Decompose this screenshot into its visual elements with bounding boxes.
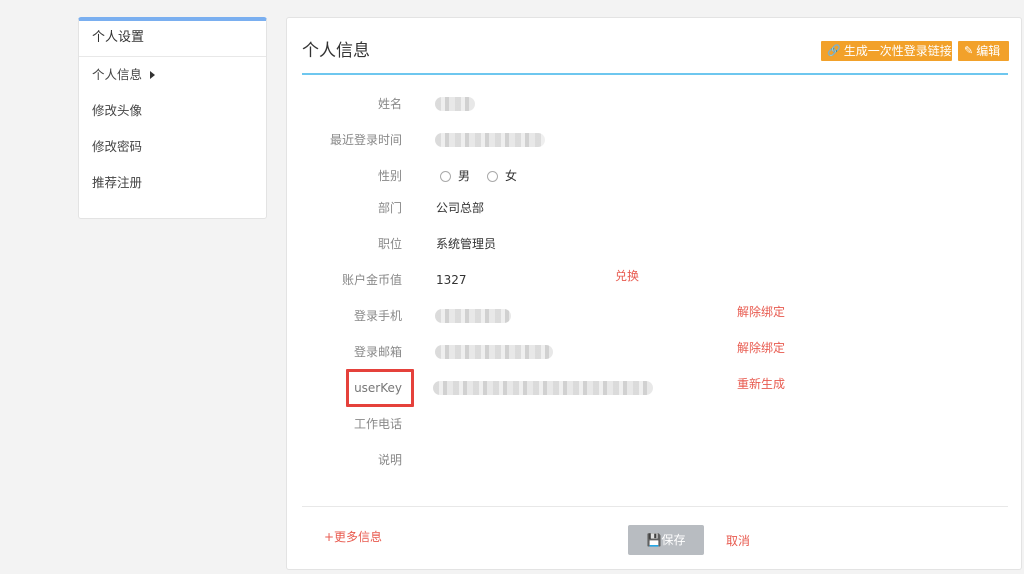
sidebar-title: 个人设置 [79,21,266,57]
coins-label: 账户金币值 [341,273,402,287]
gender-male-label: 男 [458,169,471,183]
sidebar-item-referral[interactable]: 推荐注册 [79,165,266,201]
login-phone-value-redacted [435,309,511,323]
cancel-link[interactable]: 取消 [726,532,750,549]
department-label: 部门 [377,201,402,215]
last-login-label: 最近登录时间 [329,133,402,147]
row-coins: 账户金币值 1327 兑换 [287,267,1023,290]
generate-login-link-label: 生成一次性登录链接 [843,44,952,58]
caret-right-icon [150,71,156,79]
gender-female-radio[interactable] [487,170,499,182]
header-divider [302,73,1008,75]
last-login-value-redacted [435,133,545,147]
gender-label: 性别 [377,169,402,183]
settings-sidebar: 个人设置 个人信息 修改头像 修改密码 推荐注册 [78,17,267,219]
sidebar-item-label: 个人信息 [92,67,143,82]
footer-divider [302,506,1008,507]
coins-value: 1327 [436,273,467,287]
sidebar-item-change-password[interactable]: 修改密码 [79,129,266,165]
save-icon: 💾 [646,533,662,547]
userkey-value-redacted [433,381,653,395]
description-label: 说明 [377,453,402,467]
sidebar-item-personal-info[interactable]: 个人信息 [79,57,266,93]
save-button[interactable]: 💾保存 [628,525,704,555]
unbind-phone-link[interactable]: 解除绑定 [737,303,785,321]
link-icon: 🔗 [827,44,841,57]
more-info-link[interactable]: +更多信息 [324,528,382,545]
name-value-redacted [435,97,475,111]
gender-male-radio[interactable] [440,170,451,182]
gender-female-label: 女 [505,169,518,183]
exchange-link[interactable]: 兑换 [615,267,639,285]
edit-label: 编辑 [976,44,1001,58]
page-title: 个人信息 [302,41,370,61]
name-label: 姓名 [377,97,402,111]
department-value: 公司总部 [436,201,485,215]
row-work-phone: 工作电话 [287,414,1023,434]
position-value: 系统管理员 [436,237,497,251]
work-phone-label: 工作电话 [353,417,402,431]
login-email-label: 登录邮箱 [353,345,402,359]
gender-radio-group: 男 女 [440,166,534,186]
save-label: 保存 [661,533,686,547]
row-gender: 性别 男 女 [287,166,1023,186]
row-position: 职位 系统管理员 [287,234,1023,254]
row-department: 部门 公司总部 [287,198,1023,218]
personal-info-panel: 个人信息 🔗 生成一次性登录链接 ✎ 编辑 姓名 最近登录时间 性别 男 女 部… [286,17,1022,570]
generate-login-link-button[interactable]: 🔗 生成一次性登录链接 [821,41,952,61]
sidebar-item-label: 修改密码 [92,139,143,154]
unbind-email-link[interactable]: 解除绑定 [737,339,785,357]
row-last-login: 最近登录时间 [287,130,1023,150]
position-label: 职位 [377,237,402,251]
row-description: 说明 [287,450,1023,470]
sidebar-item-change-avatar[interactable]: 修改头像 [79,93,266,129]
sidebar-item-label: 修改头像 [92,103,143,118]
login-phone-label: 登录手机 [353,309,402,323]
sidebar-item-label: 推荐注册 [92,175,143,190]
login-email-value-redacted [435,345,553,359]
row-login-email: 登录邮箱 解除绑定 [287,339,1023,362]
userkey-highlight-box [346,369,414,407]
pencil-icon: ✎ [964,44,974,57]
row-name: 姓名 [287,94,1023,114]
edit-button[interactable]: ✎ 编辑 [958,41,1009,61]
row-login-phone: 登录手机 解除绑定 [287,303,1023,326]
regenerate-userkey-link[interactable]: 重新生成 [737,375,785,393]
